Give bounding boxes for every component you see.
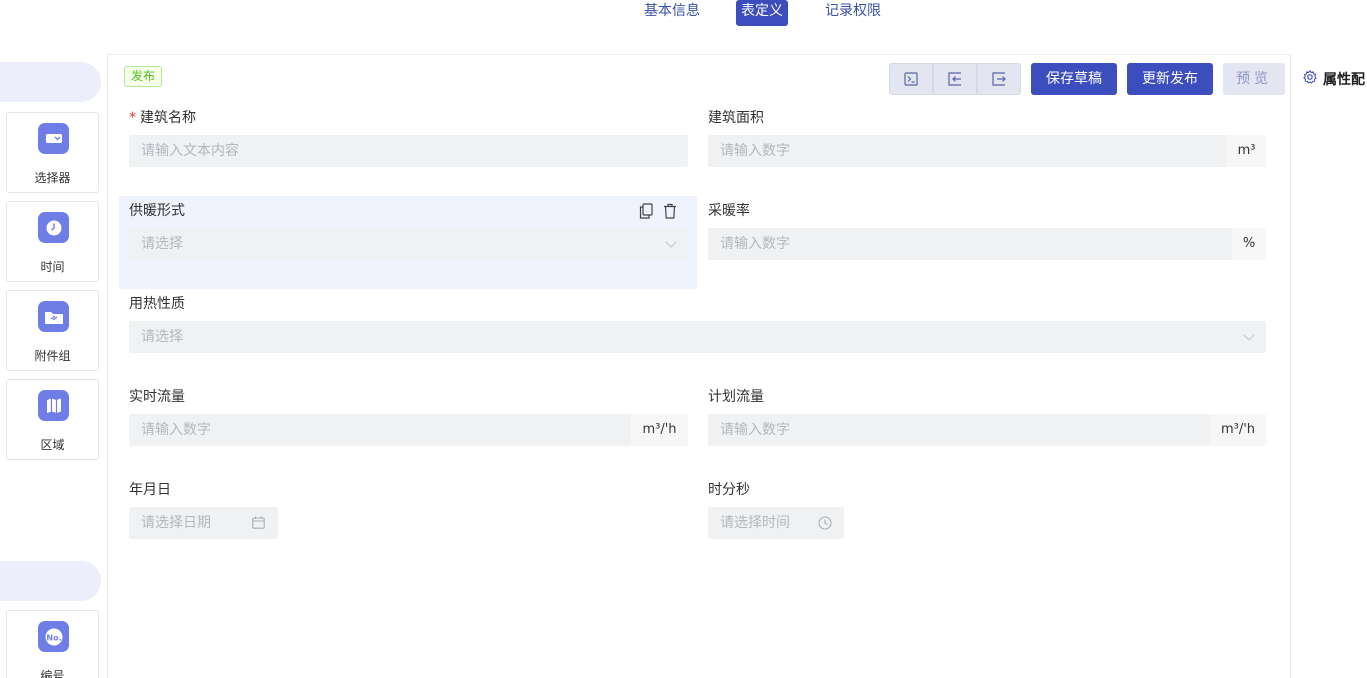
code-button[interactable] xyxy=(889,63,933,95)
component-label: 附件组 xyxy=(34,349,71,363)
tab-basic-info[interactable]: 基本信息 xyxy=(639,0,705,26)
planned-flow-unit: m³/'h xyxy=(1210,414,1266,446)
preview-button[interactable]: 预览 xyxy=(1223,63,1285,95)
heat-nature-label: 用热性质 xyxy=(129,296,185,312)
realtime-flow-label: 实时流量 xyxy=(129,389,185,405)
component-label: 区域 xyxy=(40,438,65,452)
palette-group-header[interactable] xyxy=(0,62,101,102)
clock-icon xyxy=(818,516,832,534)
palette-group-header[interactable] xyxy=(0,561,101,601)
heating-form-label: 供暖形式 xyxy=(129,203,185,219)
building-name-input[interactable]: 请输入文本内容 xyxy=(129,135,688,167)
component-label: 时间 xyxy=(40,260,65,274)
calendar-icon xyxy=(252,516,265,533)
date-label: 年月日 xyxy=(129,482,171,498)
planned-flow-label: 计划流量 xyxy=(708,389,764,405)
heat-nature-select[interactable]: 请选择 xyxy=(129,321,1266,353)
realtime-flow-input[interactable]: 请输入数字 xyxy=(129,414,631,446)
export-icon xyxy=(992,72,1006,86)
heating-rate-input[interactable]: 请输入数字 xyxy=(708,228,1232,260)
heating-rate-label: 采暖率 xyxy=(708,203,750,219)
gear-icon xyxy=(1303,70,1317,90)
tab-record-permissions[interactable]: 记录权限 xyxy=(820,0,886,26)
component-attachment-group[interactable]: 附件组 xyxy=(6,290,99,371)
component-region[interactable]: 区域 xyxy=(6,379,99,460)
status-badge: 发布 xyxy=(124,66,163,87)
terminal-icon xyxy=(904,72,918,86)
update-publish-button[interactable]: 更新发布 xyxy=(1127,63,1213,95)
dropdown-select-icon xyxy=(38,123,69,154)
svg-text:No.: No. xyxy=(46,633,61,642)
export-button[interactable] xyxy=(977,63,1021,95)
copy-icon[interactable] xyxy=(638,203,654,219)
required-marker: * xyxy=(129,110,136,126)
building-area-input[interactable]: 请输入数字 xyxy=(708,135,1227,167)
component-number[interactable]: No. 编号 xyxy=(6,610,99,678)
building-name-label: * 建筑名称 xyxy=(129,110,196,126)
component-selector[interactable]: 选择器 xyxy=(6,112,99,193)
map-icon xyxy=(38,390,69,421)
properties-panel-title: 属性配 xyxy=(1303,70,1367,90)
tab-form-definition[interactable]: 表定义 xyxy=(736,0,788,26)
clock-icon xyxy=(38,212,69,243)
top-tabs: 基本信息 表定义 记录权限 xyxy=(0,0,1367,40)
component-label: 选择器 xyxy=(34,171,71,185)
heating-form-select[interactable]: 请选择 xyxy=(129,228,688,260)
planned-flow-input[interactable]: 请输入数字 xyxy=(708,414,1210,446)
realtime-flow-unit: m³/'h xyxy=(631,414,688,446)
building-area-unit: m³ xyxy=(1227,135,1266,167)
import-icon xyxy=(948,72,961,86)
time-label: 时分秒 xyxy=(708,482,750,498)
component-time[interactable]: 时间 xyxy=(6,201,99,282)
save-draft-button[interactable]: 保存草稿 xyxy=(1031,63,1117,95)
building-area-label: 建筑面积 xyxy=(708,110,764,126)
component-label: 编号 xyxy=(40,669,65,678)
number-no-icon: No. xyxy=(38,621,69,652)
folder-attachment-icon xyxy=(38,301,69,332)
import-button[interactable] xyxy=(933,63,977,95)
heating-rate-unit: % xyxy=(1232,228,1266,260)
delete-icon[interactable] xyxy=(662,203,678,219)
